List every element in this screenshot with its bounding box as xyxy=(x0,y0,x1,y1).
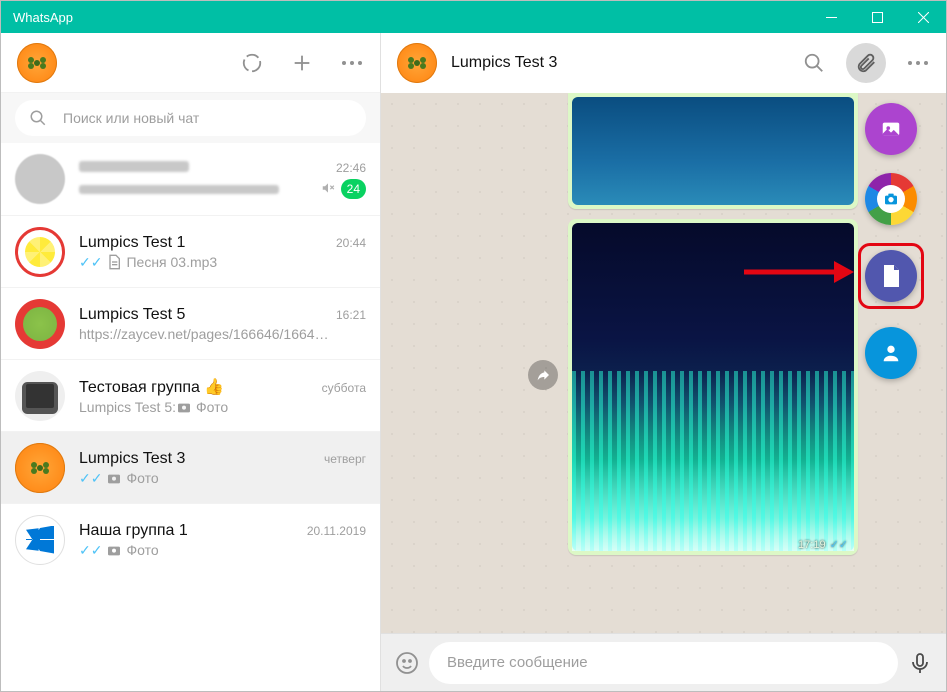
chat-name xyxy=(79,159,189,177)
camera-icon xyxy=(176,399,192,415)
window-titlebar: WhatsApp xyxy=(1,1,946,33)
chat-preview xyxy=(79,181,279,197)
message-bubble[interactable] xyxy=(568,93,858,209)
chat-time: четверг xyxy=(324,452,366,466)
camera-icon xyxy=(106,542,122,558)
chat-list-item[interactable]: Наша группа 1 20.11.2019 ✓✓ Фото xyxy=(1,503,380,575)
chat-name: Lumpics Test 1 xyxy=(79,234,185,252)
status-icon[interactable] xyxy=(240,51,264,75)
attach-document-button[interactable] xyxy=(865,250,917,302)
paperclip-icon xyxy=(855,52,877,74)
attachment-menu xyxy=(858,103,924,379)
search-box[interactable] xyxy=(15,100,366,136)
attach-contact-button[interactable] xyxy=(865,327,917,379)
chat-avatar xyxy=(15,227,65,277)
left-pane: 22:46 24 Lumpics Test 1 xyxy=(1,33,381,691)
chat-list-item[interactable]: 22:46 24 xyxy=(1,143,380,215)
file-icon xyxy=(106,254,122,270)
window-close-button[interactable] xyxy=(900,1,946,33)
message-timestamp: 17:19 ✓✓ xyxy=(798,538,848,551)
message-input-box[interactable] xyxy=(429,642,898,684)
menu-icon[interactable] xyxy=(340,51,364,75)
chat-preview-photo: Фото xyxy=(126,470,158,486)
chat-time: 20.11.2019 xyxy=(307,524,366,538)
search-icon xyxy=(29,109,47,127)
chat-avatar xyxy=(15,299,65,349)
chat-time: суббота xyxy=(322,381,366,395)
new-chat-icon[interactable] xyxy=(290,51,314,75)
chat-preview-photo: Фото xyxy=(196,399,228,415)
chat-list-item[interactable]: Тестовая группа 👍 суббота Lumpics Test 5… xyxy=(1,359,380,431)
emoji-button[interactable] xyxy=(395,651,419,675)
message-input[interactable] xyxy=(447,654,880,671)
chat-time: 20:44 xyxy=(336,236,366,250)
highlight-annotation xyxy=(858,243,924,309)
arrow-annotation xyxy=(744,257,854,287)
muted-icon xyxy=(321,181,335,198)
chat-preview-photo: Фото xyxy=(126,542,158,558)
chat-preview: Песня 03.mp3 xyxy=(126,254,217,270)
chat-messages-area[interactable]: 17:19 ✓✓ xyxy=(381,93,946,633)
attach-photo-video-button[interactable] xyxy=(865,103,917,155)
chat-header-avatar[interactable] xyxy=(397,43,437,83)
chat-header-title[interactable]: Lumpics Test 3 xyxy=(451,54,557,72)
attach-camera-button[interactable] xyxy=(865,173,917,225)
chat-list-item[interactable]: Lumpics Test 1 20:44 ✓✓ Песня 03.mp3 xyxy=(1,215,380,287)
chat-menu-icon[interactable] xyxy=(906,51,930,75)
read-ticks-icon: ✓✓ xyxy=(79,471,102,485)
chat-name: Наша группа 1 xyxy=(79,522,188,540)
unread-badge: 24 xyxy=(341,179,366,199)
window-maximize-button[interactable] xyxy=(854,1,900,33)
chat-search-icon[interactable] xyxy=(802,51,826,75)
window-minimize-button[interactable] xyxy=(808,1,854,33)
chat-avatar xyxy=(15,443,65,493)
left-header xyxy=(1,33,380,93)
chat-preview: Lumpics Test 5: xyxy=(79,399,176,415)
search-bar xyxy=(1,93,380,143)
chat-avatar xyxy=(15,515,65,565)
chat-time: 16:21 xyxy=(336,308,366,322)
message-image[interactable] xyxy=(572,97,854,205)
app-title: WhatsApp xyxy=(13,10,73,25)
read-ticks-icon: ✓✓ xyxy=(79,543,102,557)
chat-list-item[interactable]: Lumpics Test 3 четверг ✓✓ Фото xyxy=(1,431,380,503)
attach-button[interactable] xyxy=(846,43,886,83)
voice-message-button[interactable] xyxy=(908,651,932,675)
chat-avatar xyxy=(15,371,65,421)
chat-time: 22:46 xyxy=(336,161,366,175)
right-pane: Lumpics Test 3 xyxy=(381,33,946,691)
chat-name: Lumpics Test 5 xyxy=(79,306,185,324)
message-input-bar xyxy=(381,633,946,691)
chat-name: Lumpics Test 3 xyxy=(79,450,185,468)
chat-header: Lumpics Test 3 xyxy=(381,33,946,93)
forward-button[interactable] xyxy=(528,360,558,390)
chat-list-item[interactable]: Lumpics Test 5 16:21 https://zaycev.net/… xyxy=(1,287,380,359)
chat-avatar xyxy=(15,154,65,204)
read-ticks-icon: ✓✓ xyxy=(79,255,102,269)
camera-icon xyxy=(106,470,122,486)
chat-name: Тестовая группа 👍 xyxy=(79,377,224,397)
search-input[interactable] xyxy=(63,110,352,126)
chat-preview: https://zaycev.net/pages/166646/1664… xyxy=(79,326,329,342)
chat-list: 22:46 24 Lumpics Test 1 xyxy=(1,143,380,691)
my-avatar[interactable] xyxy=(17,43,57,83)
